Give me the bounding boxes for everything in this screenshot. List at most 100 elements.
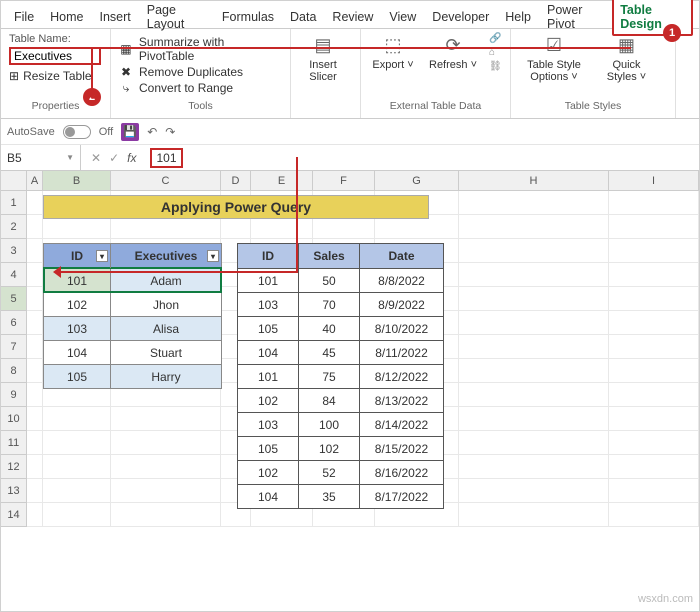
cell-id[interactable]: 104	[238, 340, 299, 364]
table-style-options-button[interactable]: ☑Table Style Options ˅	[519, 33, 589, 83]
row-header[interactable]: 5	[1, 287, 27, 311]
cell-id[interactable]: 102	[238, 388, 299, 412]
row-header[interactable]: 4	[1, 263, 27, 287]
cell[interactable]	[609, 479, 699, 503]
cell[interactable]	[459, 215, 609, 239]
export-button[interactable]: ⬚Export ˅	[369, 33, 417, 72]
cell[interactable]	[27, 503, 43, 527]
cell-id[interactable]: 103	[238, 412, 299, 436]
table-row[interactable]: 104358/17/2022	[238, 484, 443, 508]
col-A[interactable]: A	[27, 171, 43, 190]
cell[interactable]	[27, 311, 43, 335]
cell-date[interactable]: 8/16/2022	[360, 460, 443, 484]
insert-slicer-button[interactable]: ▤ Insert Slicer	[299, 33, 347, 83]
worksheet-grid[interactable]: A B C D E F G H I 1234567891011121314 Ap…	[1, 171, 699, 527]
tab-review[interactable]: Review	[325, 6, 380, 28]
cell-id[interactable]: 105	[238, 316, 299, 340]
cell-sales[interactable]: 40	[299, 316, 360, 340]
select-all-corner[interactable]	[1, 171, 27, 190]
col-I[interactable]: I	[609, 171, 699, 190]
table-row[interactable]: 102848/13/2022	[238, 388, 443, 412]
cell-name[interactable]: Harry	[111, 364, 221, 388]
cell[interactable]	[27, 191, 43, 215]
tab-formulas[interactable]: Formulas	[215, 6, 281, 28]
undo-icon[interactable]: ↶	[147, 125, 157, 139]
cell[interactable]	[111, 455, 221, 479]
cell-id[interactable]: 104	[238, 484, 299, 508]
filter-icon[interactable]: ▾	[96, 250, 108, 262]
cell[interactable]	[609, 503, 699, 527]
cell[interactable]	[27, 431, 43, 455]
cell[interactable]	[459, 359, 609, 383]
cell-id[interactable]: 101	[238, 364, 299, 388]
cell-name[interactable]: Stuart	[111, 340, 221, 364]
cell[interactable]	[111, 479, 221, 503]
unlink-icon[interactable]: ⛓	[489, 61, 502, 72]
row-header[interactable]: 8	[1, 359, 27, 383]
filter-icon[interactable]: ▾	[207, 250, 219, 262]
cell-date[interactable]: 8/11/2022	[360, 340, 443, 364]
summarize-pivot-button[interactable]: ▦Summarize with PivotTable	[119, 35, 282, 63]
cell[interactable]	[459, 431, 609, 455]
cell-sales[interactable]: 45	[299, 340, 360, 364]
row-header[interactable]: 6	[1, 311, 27, 335]
tab-developer[interactable]: Developer	[425, 6, 496, 28]
table-row[interactable]: 101758/12/2022	[238, 364, 443, 388]
cell-id[interactable]: 103	[238, 292, 299, 316]
cell[interactable]	[459, 311, 609, 335]
cell[interactable]	[27, 407, 43, 431]
cell-date[interactable]: 8/12/2022	[360, 364, 443, 388]
cell[interactable]	[459, 407, 609, 431]
cell[interactable]	[111, 407, 221, 431]
cell[interactable]	[27, 335, 43, 359]
cell-sales[interactable]: 70	[299, 292, 360, 316]
cell[interactable]	[27, 239, 43, 263]
cell[interactable]	[27, 479, 43, 503]
tab-home[interactable]: Home	[43, 6, 90, 28]
table-row[interactable]: 1031008/14/2022	[238, 412, 443, 436]
cell[interactable]	[459, 503, 609, 527]
cell[interactable]	[609, 455, 699, 479]
table-row[interactable]: 105Harry	[44, 364, 221, 388]
cell-date[interactable]: 8/17/2022	[360, 484, 443, 508]
cell-date[interactable]: 8/13/2022	[360, 388, 443, 412]
cell[interactable]	[27, 383, 43, 407]
row-header[interactable]: 3	[1, 239, 27, 263]
cell[interactable]	[609, 359, 699, 383]
table-row[interactable]: 1051028/15/2022	[238, 436, 443, 460]
autosave-toggle[interactable]	[63, 125, 91, 139]
cell-id[interactable]: 103	[44, 316, 111, 340]
cell[interactable]	[459, 239, 609, 263]
cell[interactable]	[609, 383, 699, 407]
redo-icon[interactable]: ↷	[165, 125, 175, 139]
cell-id[interactable]: 102	[44, 292, 111, 316]
cell[interactable]	[27, 287, 43, 311]
row-header[interactable]: 9	[1, 383, 27, 407]
row-header[interactable]: 1	[1, 191, 27, 215]
cell[interactable]	[609, 407, 699, 431]
cell[interactable]	[609, 287, 699, 311]
cell-sales[interactable]: 50	[299, 268, 360, 292]
cancel-icon[interactable]: ✕	[91, 151, 101, 165]
table-row[interactable]: 102528/16/2022	[238, 460, 443, 484]
cell-sales[interactable]: 100	[299, 412, 360, 436]
cell-date[interactable]: 8/9/2022	[360, 292, 443, 316]
cell[interactable]	[459, 287, 609, 311]
row-header[interactable]: 10	[1, 407, 27, 431]
cell-date[interactable]: 8/8/2022	[360, 268, 443, 292]
cell[interactable]	[609, 311, 699, 335]
table-row[interactable]: 103708/9/2022	[238, 292, 443, 316]
row-header[interactable]: 12	[1, 455, 27, 479]
cell[interactable]	[43, 503, 111, 527]
enter-icon[interactable]: ✓	[109, 151, 119, 165]
cell[interactable]	[459, 479, 609, 503]
cell[interactable]	[459, 335, 609, 359]
cell-sales[interactable]: 52	[299, 460, 360, 484]
t1-header-id[interactable]: ID▾	[44, 244, 111, 268]
formula-input[interactable]: 101	[150, 148, 182, 168]
cell-date[interactable]: 8/14/2022	[360, 412, 443, 436]
tab-help[interactable]: Help	[498, 6, 538, 28]
table-row[interactable]: 104458/11/2022	[238, 340, 443, 364]
col-H[interactable]: H	[459, 171, 609, 190]
table-row[interactable]: 104Stuart	[44, 340, 221, 364]
